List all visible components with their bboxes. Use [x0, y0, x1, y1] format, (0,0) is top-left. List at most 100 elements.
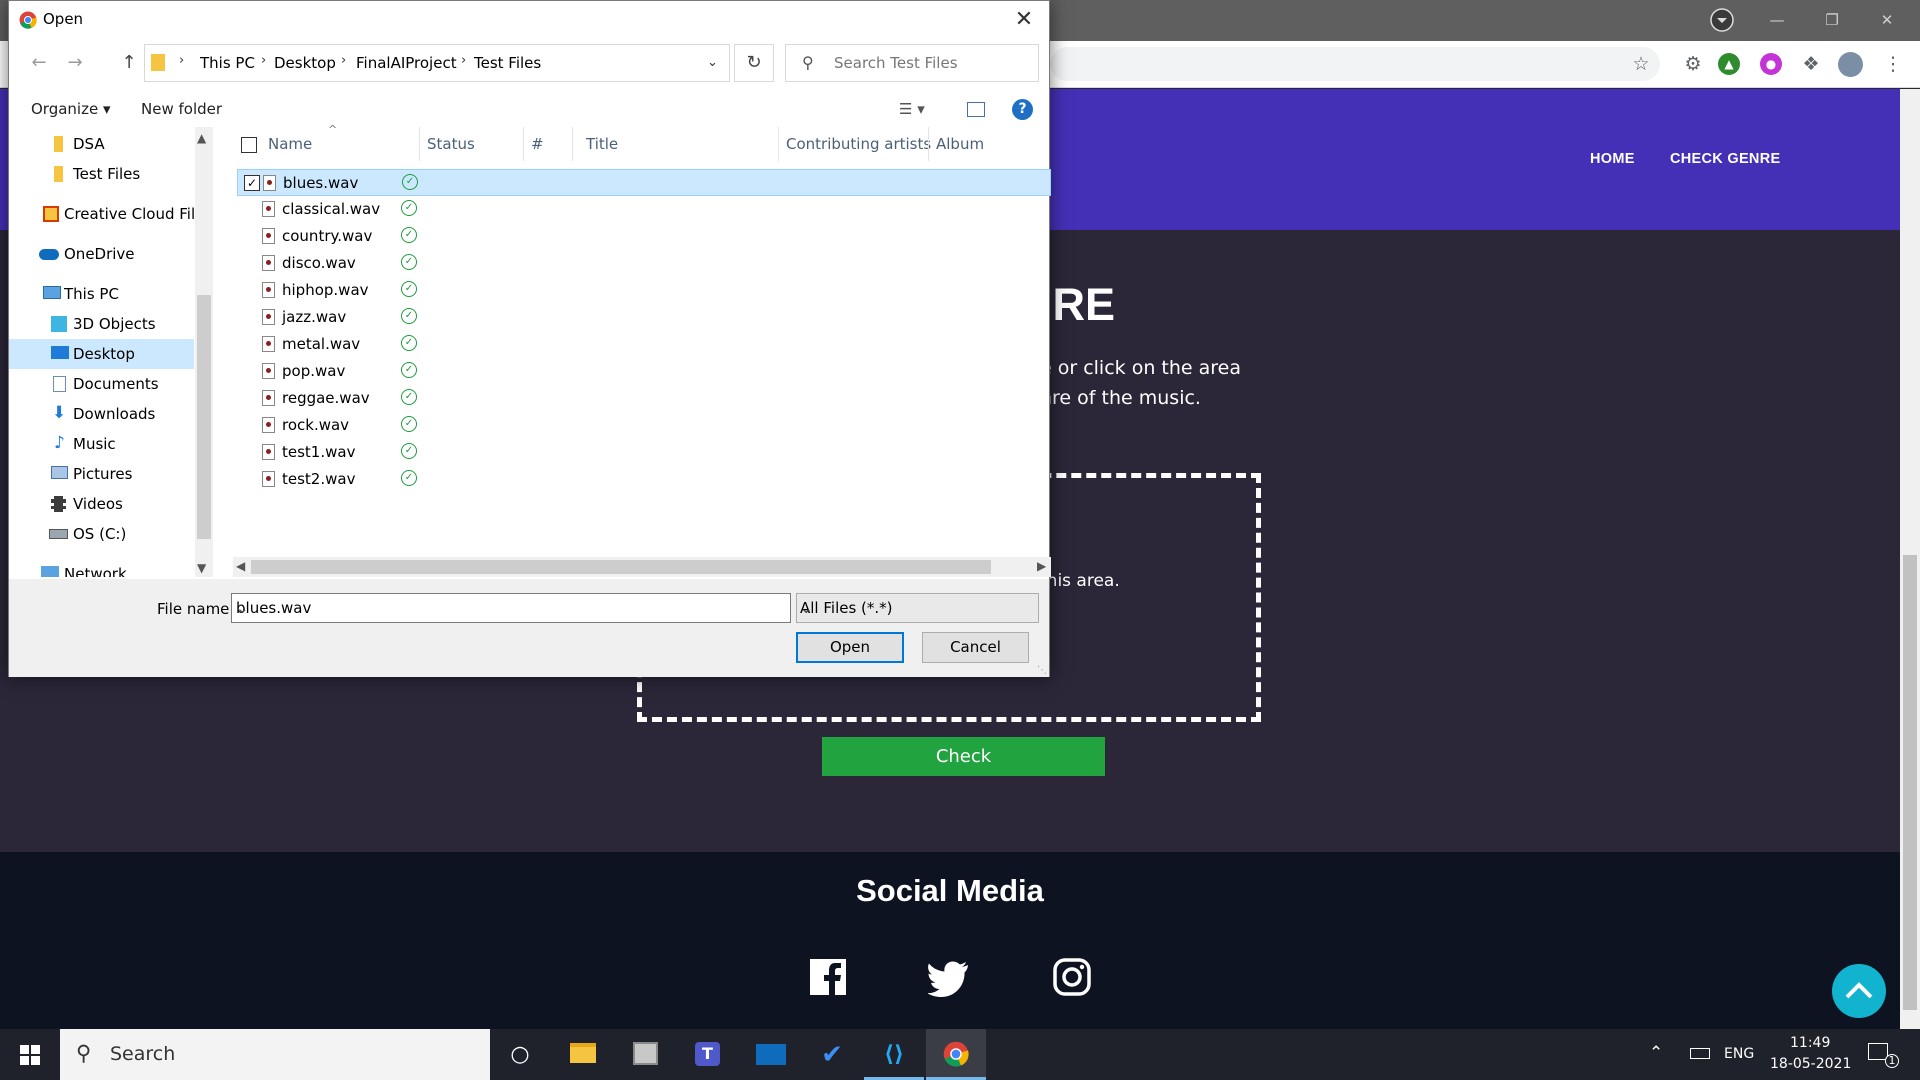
nav-item-test-files[interactable]: Test Files	[9, 159, 194, 189]
tree-extension-icon[interactable]: ▲	[1718, 53, 1740, 75]
column-divider[interactable]	[572, 127, 573, 161]
file-row-jazz[interactable]: jazz.wav ✓	[237, 304, 1051, 331]
file-row-test2[interactable]: test2.wav ✓	[237, 466, 1051, 493]
column-title[interactable]: Title	[586, 135, 618, 153]
nav-item-dsa[interactable]: DSA	[9, 129, 194, 159]
profile-menu-icon[interactable]	[1702, 8, 1742, 32]
teams-button[interactable]: T	[677, 1029, 737, 1080]
forward-arrow-icon[interactable]: →	[63, 51, 87, 75]
column-number[interactable]: #	[531, 135, 544, 153]
nav-item-documents[interactable]: Documents	[9, 369, 194, 399]
nav-item-creative-cloud-files[interactable]: Creative Cloud Files	[9, 199, 204, 229]
file-row-classical[interactable]: classical.wav ✓	[237, 196, 1051, 223]
column-album[interactable]: Album	[936, 135, 984, 153]
column-name[interactable]: Name	[268, 135, 312, 153]
address-bar[interactable]	[1050, 47, 1660, 81]
breadcrumb-separator-icon[interactable]: ›	[179, 53, 184, 68]
page-scrollbar-thumb[interactable]	[1903, 555, 1917, 1010]
preview-pane-icon[interactable]	[967, 102, 985, 117]
view-options-icon[interactable]: ☰ ▾	[899, 100, 925, 118]
chrome-close-button[interactable]: ✕	[1867, 8, 1907, 32]
nav-item-onedrive[interactable]: OneDrive	[9, 239, 194, 269]
help-icon[interactable]: ?	[1012, 99, 1033, 120]
nav-item-music[interactable]: ♪ Music	[9, 429, 194, 459]
breadcrumb-separator-icon[interactable]: ›	[261, 53, 266, 68]
bug-extension-icon[interactable]: ⚙	[1680, 51, 1706, 77]
search-input[interactable]: ⚲ Search Test Files	[785, 44, 1039, 82]
scroll-to-top-button[interactable]	[1832, 964, 1886, 1018]
file-explorer-button[interactable]	[553, 1029, 613, 1080]
scroll-up-icon[interactable]: ▲	[197, 131, 206, 145]
column-divider[interactable]	[778, 127, 779, 161]
nav-check-genre-link[interactable]: CHECK GENRE	[1670, 151, 1780, 167]
tray-overflow-chevron-icon[interactable]: ⌃	[1649, 1043, 1663, 1063]
chevron-down-icon[interactable]: ⌄	[236, 599, 784, 617]
mail-button[interactable]	[740, 1029, 800, 1080]
file-name-input[interactable]: blues.wav ⌄	[231, 593, 791, 623]
column-divider[interactable]	[523, 127, 524, 161]
vscode-button[interactable]: ⟨⟩	[864, 1029, 924, 1080]
back-arrow-icon[interactable]: ←	[27, 51, 51, 75]
chrome-menu-icon[interactable]: ⋮	[1880, 51, 1906, 77]
breadcrumb-test-files[interactable]: Test Files	[474, 54, 541, 72]
column-contributing-artists[interactable]: Contributing artists	[786, 135, 931, 153]
file-row-reggae[interactable]: reggae.wav ✓	[237, 385, 1051, 412]
organize-button[interactable]: Organize ▾	[31, 100, 111, 118]
facebook-icon[interactable]	[808, 957, 848, 997]
dialog-close-button[interactable]: ✕	[1009, 5, 1039, 35]
nav-pane-scrollbar-thumb[interactable]	[197, 295, 211, 539]
nav-item-desktop[interactable]: Desktop	[9, 339, 194, 369]
task-view-button[interactable]: ○	[490, 1029, 550, 1080]
nav-item-network[interactable]: Network	[9, 559, 194, 577]
new-folder-button[interactable]: New folder	[141, 100, 222, 118]
column-status[interactable]: Status	[427, 135, 475, 153]
file-type-select[interactable]: All Files (*.*) ⌄	[796, 593, 1039, 623]
todo-button[interactable]: ✔	[802, 1029, 862, 1080]
purple-extension-icon[interactable]: ●	[1760, 53, 1782, 75]
nav-home-link[interactable]: HOME	[1590, 151, 1635, 167]
bookmark-star-icon[interactable]: ☆	[1628, 51, 1654, 77]
nav-item-downloads[interactable]: ⬇ Downloads	[9, 399, 194, 429]
breadcrumb-finalaiproject[interactable]: FinalAIProject	[356, 54, 457, 72]
scroll-down-icon[interactable]: ▼	[197, 561, 206, 575]
clock-date[interactable]: 18-05-2021	[1770, 1056, 1851, 1072]
nav-item-os-c[interactable]: OS (C:)	[9, 519, 194, 549]
twitter-icon[interactable]	[927, 957, 968, 997]
file-row-hiphop[interactable]: hiphop.wav ✓	[237, 277, 1051, 304]
file-row-pop[interactable]: pop.wav ✓	[237, 358, 1051, 385]
instagram-icon[interactable]	[1052, 957, 1092, 997]
nav-item-videos[interactable]: Videos	[9, 489, 194, 519]
file-row-country[interactable]: country.wav ✓	[237, 223, 1051, 250]
nav-item-this-pc[interactable]: This PC	[9, 279, 194, 309]
clock-time[interactable]: 11:49	[1790, 1035, 1830, 1051]
breadcrumb-separator-icon[interactable]: ›	[341, 53, 346, 68]
column-divider[interactable]	[419, 127, 420, 161]
column-divider[interactable]	[928, 127, 929, 161]
open-button[interactable]: Open	[796, 632, 904, 663]
language-indicator[interactable]: ENG	[1724, 1046, 1754, 1062]
scroll-left-icon[interactable]: ◀	[236, 559, 245, 573]
chrome-taskbar-button[interactable]	[926, 1029, 986, 1080]
file-row-rock[interactable]: rock.wav ✓	[237, 412, 1051, 439]
breadcrumb-address-bar[interactable]: › This PC › Desktop › FinalAIProject › T…	[144, 44, 730, 82]
breadcrumb-separator-icon[interactable]: ›	[461, 53, 466, 68]
start-button[interactable]	[0, 1029, 60, 1080]
breadcrumb-desktop[interactable]: Desktop	[274, 54, 336, 72]
taskbar-search-box[interactable]: ⚲ Search	[60, 1029, 490, 1080]
resize-grip-icon[interactable]: ⋱	[1037, 665, 1047, 676]
file-row-test1[interactable]: test1.wav ✓	[237, 439, 1051, 466]
file-row-disco[interactable]: disco.wav ✓	[237, 250, 1051, 277]
refresh-icon[interactable]: ↻	[734, 44, 774, 82]
chrome-minimize-button[interactable]: —	[1757, 8, 1797, 32]
profile-avatar[interactable]	[1838, 52, 1863, 77]
extensions-puzzle-icon[interactable]: ❖	[1798, 51, 1824, 77]
battery-icon[interactable]	[1690, 1048, 1710, 1059]
cancel-button[interactable]: Cancel	[922, 632, 1029, 663]
row-checkbox[interactable]: ✓	[244, 175, 260, 191]
chrome-restore-button[interactable]: ❐	[1812, 8, 1852, 32]
check-button[interactable]: Check	[822, 737, 1105, 776]
nav-item-pictures[interactable]: Pictures	[9, 459, 194, 489]
file-list-scrollbar-thumb[interactable]	[251, 560, 991, 574]
image-app-button[interactable]	[615, 1029, 675, 1080]
file-row-blues[interactable]: ✓ blues.wav ✓	[237, 169, 1051, 196]
